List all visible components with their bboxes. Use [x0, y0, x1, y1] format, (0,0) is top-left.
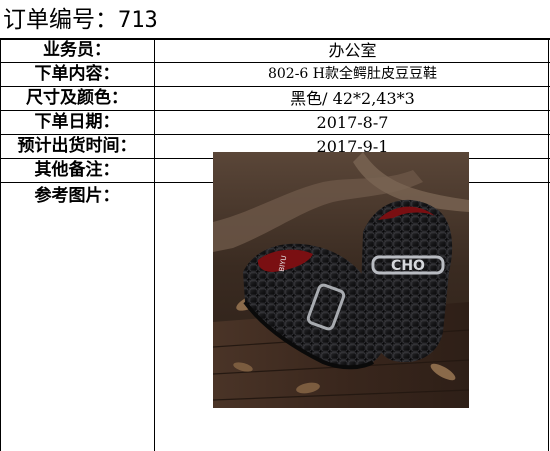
salesperson-value: 办公室 — [328, 41, 377, 60]
order-content-value: 802-6 H款全鳄肚皮豆豆鞋 — [267, 66, 438, 82]
order-date-value: 2017-8-7 — [316, 113, 389, 132]
buckle-text: CHO — [391, 258, 425, 274]
remarks-label: 其他备注： — [34, 160, 120, 180]
size-color-value: 黑色/ 42*2,43*3 — [290, 89, 415, 108]
order-title: 订单编号：713 — [3, 4, 543, 36]
reference-photo: CHO BIYU — [213, 152, 469, 408]
order-content-label: 下单内容： — [34, 64, 120, 84]
size-color-label: 尺寸及颜色： — [26, 88, 128, 108]
shoe-photo-icon: CHO BIYU — [213, 152, 469, 408]
order-date-label: 下单日期： — [34, 112, 120, 132]
order-title-label: 订单编号： — [3, 7, 118, 33]
ship-date-label: 预计出货时间： — [17, 136, 137, 156]
salesperson-label: 业务员： — [43, 40, 111, 60]
order-number: 713 — [118, 8, 158, 33]
reference-image-label: 参考图片： — [34, 186, 120, 206]
